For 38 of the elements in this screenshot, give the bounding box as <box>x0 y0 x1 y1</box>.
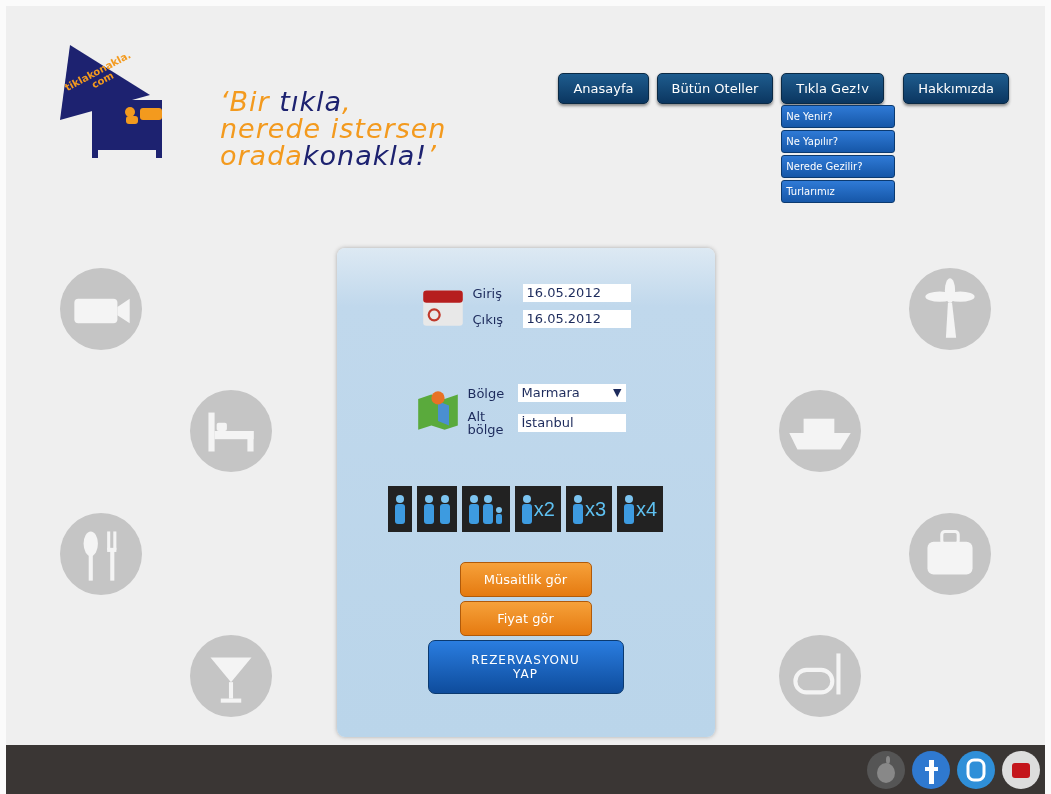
guest-option[interactable] <box>461 486 510 532</box>
youtube-icon[interactable] <box>1001 749 1041 790</box>
date-field[interactable]: 16.05.2012 <box>522 310 631 328</box>
dropdown-item[interactable]: Turlarımız <box>781 180 896 203</box>
family-icon <box>467 494 504 524</box>
nav-button[interactable]: Anasayfa <box>558 73 649 104</box>
person-icon <box>520 494 533 524</box>
ship-icon <box>779 390 861 473</box>
date-field[interactable]: 16.05.2012 <box>522 284 631 302</box>
guest-option[interactable] <box>387 486 412 532</box>
person-icon <box>623 494 636 524</box>
luggage-icon <box>909 512 991 595</box>
dropdown-item[interactable]: Nerede Gezilir? <box>781 155 896 178</box>
bed-icon <box>190 390 272 473</box>
field-label: Çıkış <box>472 312 505 326</box>
subregion-field[interactable]: İstanbul <box>517 414 626 432</box>
guest-option[interactable]: x3 <box>565 486 613 532</box>
cocktail-icon <box>190 634 272 717</box>
dropdown-item[interactable]: Ne Yapılır? <box>781 130 896 153</box>
slogan: ‘Bir tıkla, nerede istersen oradakonakla!’ <box>220 88 447 169</box>
guest-option[interactable]: x4 <box>617 486 664 532</box>
person-icon <box>393 494 406 524</box>
region-dropdown[interactable]: Marmara ▼ <box>517 384 626 402</box>
map-pin-icon <box>415 388 460 432</box>
video-icon <box>60 268 142 351</box>
guest-option[interactable] <box>416 486 457 532</box>
action-button[interactable]: REZERVASYONU YAP <box>427 640 624 694</box>
guest-option[interactable]: x2 <box>514 486 561 532</box>
field-label: Bölge <box>467 386 506 400</box>
field-label: Alt bölge <box>467 410 505 436</box>
dropdown-item[interactable]: Ne Yenir? <box>781 105 896 128</box>
nav-button[interactable]: Tıkla Gez!v <box>781 73 884 104</box>
couple-icon <box>422 494 451 524</box>
nav-button[interactable]: Bütün Oteller <box>656 73 774 104</box>
nav-button[interactable]: Hakkımızda <box>903 73 1009 104</box>
person-icon <box>571 494 584 524</box>
dining-icon <box>60 512 142 595</box>
field-label: Giriş <box>472 286 503 300</box>
